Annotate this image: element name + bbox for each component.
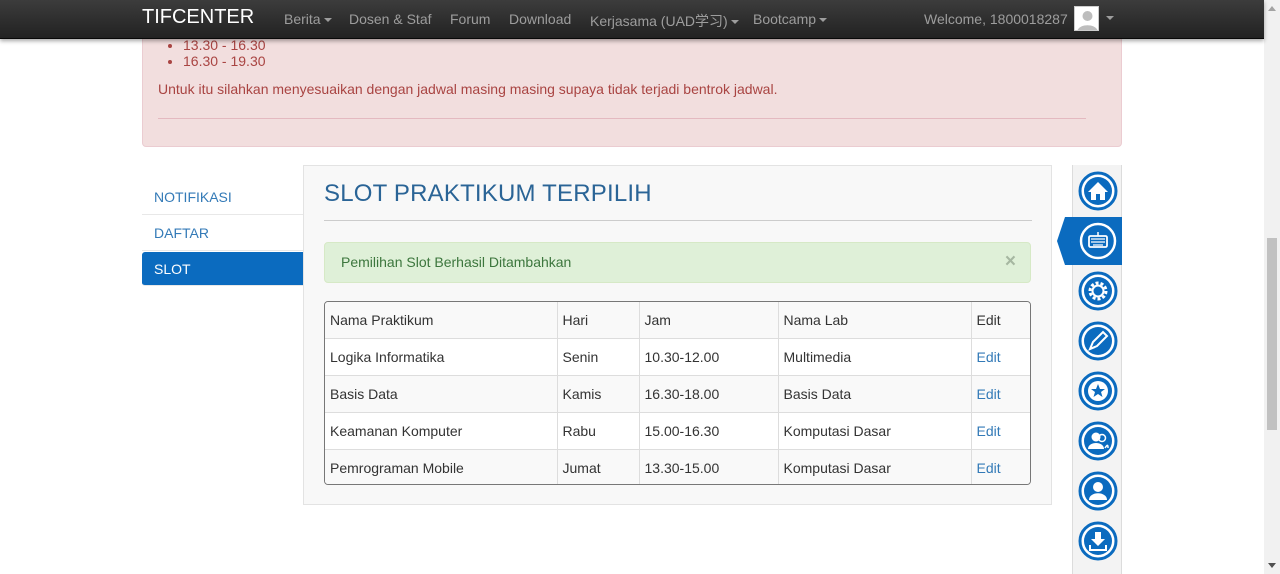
nav-item-berita[interactable]: Berita — [284, 11, 332, 27]
main-panel: SLOT PRAKTIKUM TERPILIH Pemilihan Slot B… — [303, 165, 1052, 505]
table-row: Basis Data Kamis 16.30-18.00 Basis Data … — [325, 375, 1030, 413]
table-row: Pemrograman Mobile Jumat 13.30-15.00 Kom… — [325, 449, 1030, 484]
column-header: Hari — [557, 302, 640, 339]
sidebar: NOTIFIKASI DAFTAR SLOT — [142, 179, 311, 286]
edit-link[interactable]: Edit — [977, 386, 1001, 402]
cell-edit: Edit — [971, 412, 1030, 450]
edit-link[interactable]: Edit — [977, 423, 1001, 439]
user-avatar-icon — [1075, 7, 1098, 30]
time-slot-list: 13.30 - 16.30 16.30 - 19.30 — [167, 37, 266, 69]
welcome-text: Welcome, 1800018287 — [924, 11, 1068, 27]
page-scrollbar[interactable] — [1264, 0, 1280, 574]
edit-link[interactable]: Edit — [977, 460, 1001, 476]
sidebar-item-daftar[interactable]: DAFTAR — [142, 215, 303, 251]
pen-icon[interactable] — [1078, 321, 1118, 361]
cell-edit: Edit — [971, 338, 1030, 376]
cell-hari: Kamis — [557, 375, 640, 413]
column-header: Edit — [971, 302, 1030, 339]
page-title: SLOT PRAKTIKUM TERPILIH — [324, 180, 652, 207]
slot-table: Nama Praktikum Hari Jam Nama Lab Edit Lo… — [324, 301, 1031, 485]
cell-lab: Komputasi Dasar — [778, 412, 972, 450]
user-icon[interactable] — [1078, 471, 1118, 511]
cell-edit: Edit — [971, 375, 1030, 413]
nav-item-kerjasama[interactable]: Kerjasama (UAD学习) — [590, 11, 739, 31]
users-icon[interactable] — [1078, 421, 1118, 461]
nav-item-bootcamp[interactable]: Bootcamp — [753, 11, 828, 27]
success-message: Pemilihan Slot Berhasil Ditambahkan — [341, 254, 572, 270]
cell-jam: 10.30-12.00 — [639, 338, 779, 376]
scroll-up-arrow-icon[interactable] — [1268, 6, 1276, 11]
caret-down-icon — [819, 18, 828, 23]
cell-edit: Edit — [971, 449, 1030, 484]
gear-icon[interactable] — [1078, 271, 1118, 311]
icon-sidebar — [1057, 165, 1122, 574]
close-icon[interactable]: × — [1005, 251, 1016, 273]
caret-down-icon — [323, 18, 332, 23]
cell-praktikum: Keamanan Komputer — [325, 412, 558, 450]
cell-jam: 13.30-15.00 — [639, 449, 779, 484]
sidebar-item-notifikasi[interactable]: NOTIFIKASI — [142, 179, 303, 215]
home-icon[interactable] — [1078, 171, 1118, 211]
avatar[interactable] — [1074, 6, 1099, 31]
cell-jam: 16.30-18.00 — [639, 375, 779, 413]
table-row: Logika Informatika Senin 10.30-12.00 Mul… — [325, 338, 1030, 376]
success-alert: Pemilihan Slot Berhasil Ditambahkan × — [324, 242, 1031, 283]
star-icon[interactable] — [1078, 371, 1118, 411]
time-slot-item: 16.30 - 19.30 — [183, 53, 266, 69]
column-header: Jam — [639, 302, 779, 339]
nav-item-forum[interactable]: Forum — [450, 11, 490, 27]
caret-down-icon — [730, 20, 739, 25]
divider — [324, 220, 1032, 221]
divider — [158, 118, 1086, 119]
cell-hari: Senin — [557, 338, 640, 376]
table-row: Keamanan Komputer Rabu 15.00-16.30 Kompu… — [325, 412, 1030, 450]
cell-praktikum: Pemrograman Mobile — [325, 449, 558, 484]
column-header: Nama Lab — [778, 302, 972, 339]
cell-jam: 15.00-16.30 — [639, 412, 779, 450]
edit-link[interactable]: Edit — [977, 349, 1001, 365]
avatar-caret-down-icon[interactable] — [1106, 16, 1114, 20]
brand-logo[interactable]: TIFCENTER — [142, 6, 254, 29]
nav-item-dosen-staf[interactable]: Dosen & Staf — [349, 11, 432, 27]
cell-lab: Multimedia — [778, 338, 972, 376]
scroll-down-arrow-icon[interactable] — [1268, 563, 1276, 568]
download-icon[interactable] — [1078, 521, 1118, 561]
cell-lab: Komputasi Dasar — [778, 449, 972, 484]
table-header-row: Nama Praktikum Hari Jam Nama Lab Edit — [325, 302, 1030, 339]
top-navbar: TIFCENTER Berita Dosen & Staf Forum Down… — [0, 0, 1264, 39]
cell-hari: Jumat — [557, 449, 640, 484]
cell-hari: Rabu — [557, 412, 640, 450]
nav-item-download[interactable]: Download — [509, 11, 571, 27]
sidebar-item-slot[interactable]: SLOT — [142, 252, 311, 286]
scroll-thumb[interactable] — [1267, 238, 1277, 430]
cell-praktikum: Logika Informatika — [325, 338, 558, 376]
time-slot-item: 13.30 - 16.30 — [183, 37, 266, 53]
column-header: Nama Praktikum — [325, 302, 558, 339]
keyboard-icon[interactable] — [1078, 221, 1118, 261]
schedule-alert: 13.30 - 16.30 16.30 - 19.30 Untuk itu si… — [142, 20, 1122, 147]
alert-message: Untuk itu silahkan menyesuaikan dengan j… — [158, 81, 778, 97]
cell-praktikum: Basis Data — [325, 375, 558, 413]
cell-lab: Basis Data — [778, 375, 972, 413]
